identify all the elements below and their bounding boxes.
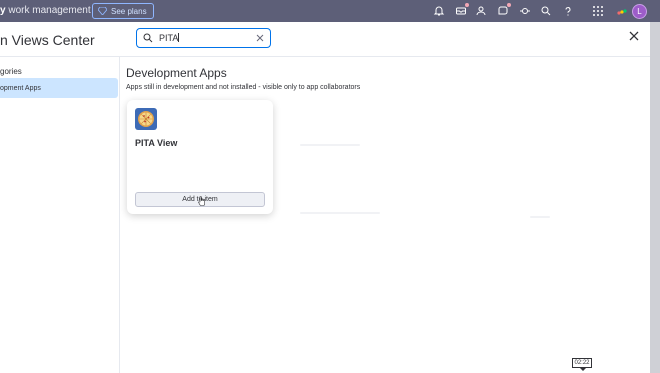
- integrations-icon[interactable]: [519, 5, 531, 17]
- help-icon[interactable]: [562, 5, 574, 17]
- close-icon[interactable]: [629, 31, 639, 41]
- diamond-icon: [98, 7, 107, 15]
- time-tooltip: 02:22: [572, 358, 592, 368]
- top-app-bar: y work management See plans L: [0, 0, 660, 22]
- clear-search-icon[interactable]: [256, 34, 264, 42]
- tooltip-arrow: [580, 368, 586, 371]
- search-icon: [143, 33, 153, 43]
- inbox-icon[interactable]: [455, 3, 469, 17]
- modal-title: n Views Center: [0, 32, 95, 48]
- brand-logo[interactable]: y work management: [0, 5, 91, 16]
- search-icon[interactable]: [540, 5, 552, 17]
- invite-members-icon[interactable]: [475, 5, 487, 17]
- placeholder-line: [300, 212, 380, 214]
- section-title: Development Apps: [126, 66, 227, 80]
- notification-dot: [507, 3, 511, 7]
- placeholder-line: [530, 216, 550, 218]
- placeholder-line: [300, 144, 360, 146]
- app-name: PITA View: [135, 138, 178, 148]
- search-input[interactable]: PITA: [136, 28, 271, 48]
- app-card[interactable]: PITA View Add to item: [127, 100, 273, 214]
- categories-sidebar: gories opment Apps: [0, 57, 120, 373]
- see-plans-label: See plans: [111, 6, 147, 16]
- hand-cursor-icon: [198, 196, 205, 206]
- avatar[interactable]: L: [632, 4, 647, 19]
- avatar-initial: L: [637, 7, 642, 16]
- sidebar-item-development-apps[interactable]: opment Apps: [0, 78, 118, 98]
- search-value: PITA: [159, 33, 179, 43]
- categories-heading: gories: [0, 67, 22, 76]
- workspace-logo-icon[interactable]: [616, 5, 628, 17]
- bell-icon[interactable]: [433, 5, 445, 17]
- app-switcher-icon[interactable]: [592, 5, 604, 17]
- views-center-modal: n Views Center PITA gories opment Apps D…: [0, 22, 650, 373]
- see-plans-button[interactable]: See plans: [92, 3, 154, 19]
- modal-backdrop[interactable]: [650, 22, 660, 373]
- section-subtitle: Apps still in development and not instal…: [126, 84, 361, 91]
- text-caret: [178, 33, 180, 42]
- pizza-icon: [135, 108, 157, 130]
- notification-dot: [465, 3, 469, 7]
- updates-icon[interactable]: [497, 3, 511, 17]
